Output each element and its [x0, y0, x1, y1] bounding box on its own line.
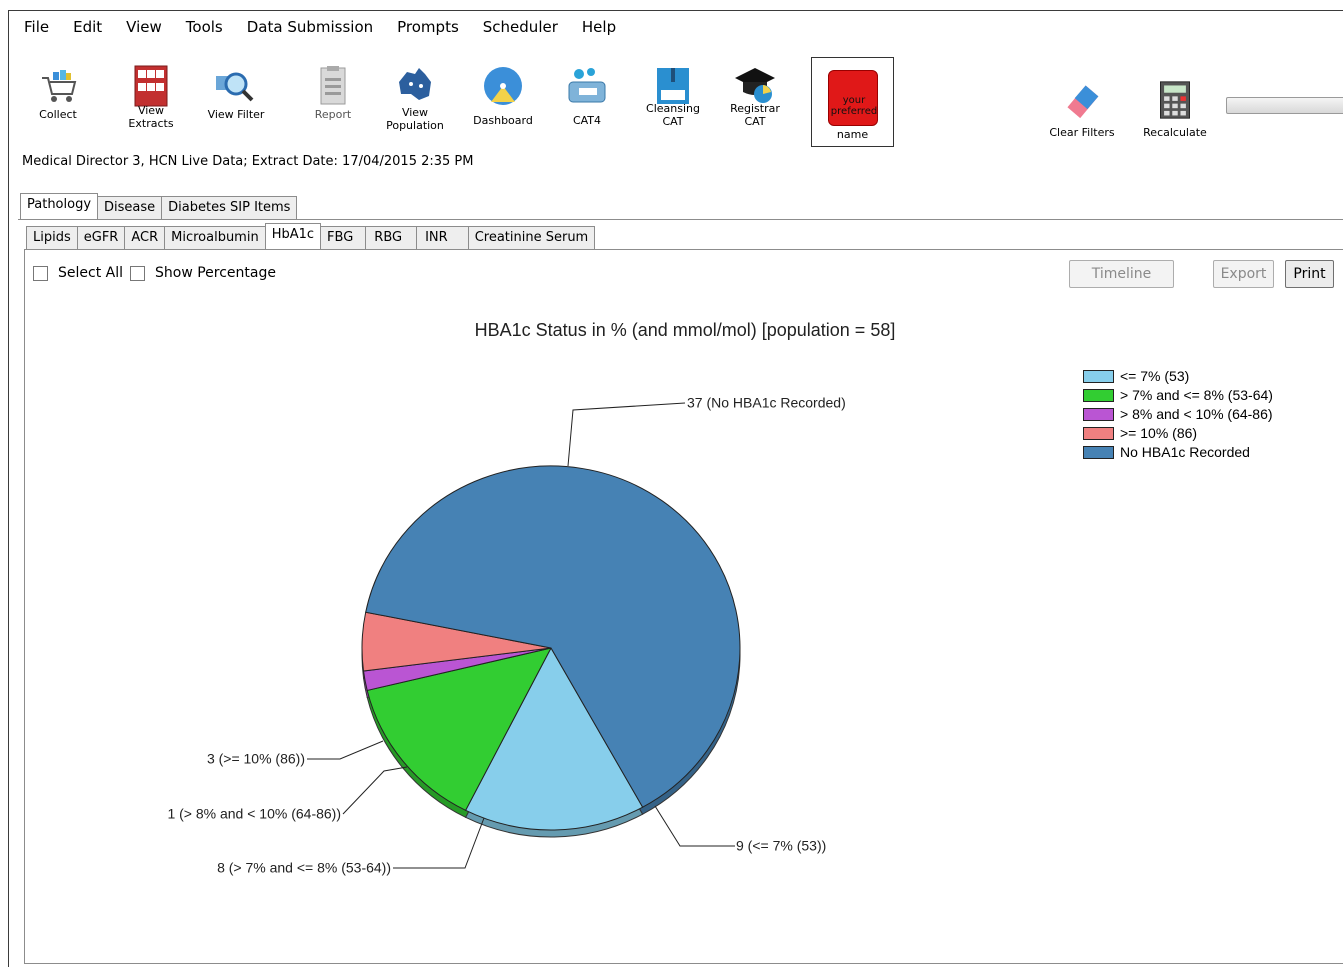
- legend-item-2: > 8% and < 10% (64-86): [1083, 405, 1273, 424]
- data-label-3: 3 (>= 10% (86)): [207, 751, 305, 767]
- tab-pathology[interactable]: Pathology: [20, 193, 99, 219]
- legend-swatch-0: [1083, 370, 1114, 383]
- legend-swatch-2: [1083, 408, 1114, 421]
- data-label-0: 9 (<= 7% (53)): [736, 838, 826, 854]
- legend-item-1: > 7% and <= 8% (53-64): [1083, 386, 1273, 405]
- tab-hba1c[interactable]: HbA1c: [264, 223, 322, 249]
- leader-line-2: [342, 766, 408, 815]
- data-label-2: 1 (> 8% and < 10% (64-86)): [167, 806, 341, 822]
- leader-line-3: [307, 740, 384, 760]
- legend-label-4: No HBA1c Recorded: [1120, 444, 1250, 460]
- data-label-1: 8 (> 7% and <= 8% (53-64)): [217, 860, 391, 876]
- chart-legend: <= 7% (53) > 7% and <= 8% (53-64) > 8% and…: [1083, 367, 1273, 462]
- leader-line-1: [393, 817, 485, 869]
- legend-item-0: <= 7% (53): [1083, 367, 1273, 386]
- legend-item-3: >= 10% (86): [1083, 424, 1273, 443]
- legend-label-1: > 7% and <= 8% (53-64): [1120, 387, 1273, 403]
- legend-swatch-1: [1083, 389, 1114, 402]
- data-label-4: 37 (No HBA1c Recorded): [687, 395, 846, 411]
- legend-label-0: <= 7% (53): [1120, 368, 1190, 384]
- legend-label-3: >= 10% (86): [1120, 425, 1198, 441]
- leader-line-4: [567, 402, 686, 467]
- legend-item-4: No HBA1c Recorded: [1083, 443, 1273, 462]
- leader-line-0: [654, 805, 735, 847]
- legend-label-2: > 8% and < 10% (64-86): [1120, 406, 1273, 422]
- legend-swatch-4: [1083, 446, 1114, 459]
- legend-swatch-3: [1083, 427, 1114, 440]
- pie-chart: 9 (<= 7% (53)) 8 (> 7% and <= 8% (53-64))…: [167, 395, 846, 876]
